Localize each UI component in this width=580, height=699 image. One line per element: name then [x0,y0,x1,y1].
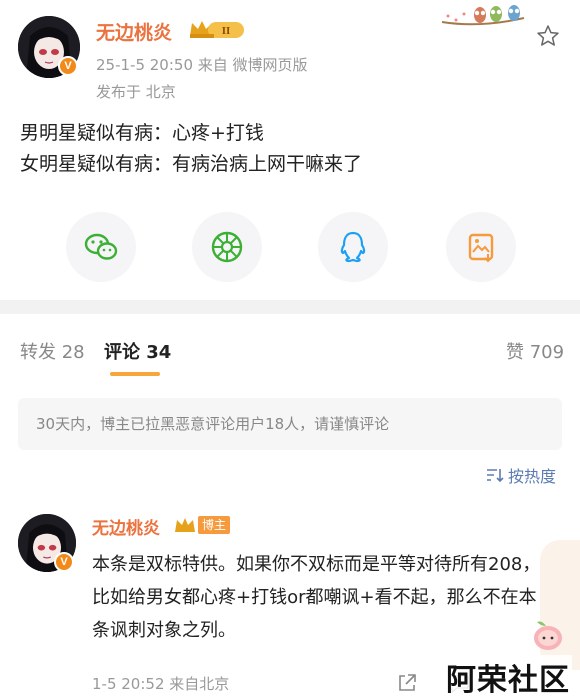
comment-author-name[interactable]: 无边桃炎 [92,514,160,539]
comment-share-icon[interactable] [396,672,418,694]
tab-repost[interactable]: 转发 28 [20,338,85,364]
save-image-icon [468,233,494,263]
comment-verified-badge-icon: V [54,552,74,572]
owls-decoration-icon [441,5,525,26]
sort-icon [487,469,504,483]
author-name[interactable]: 无边桃炎 [96,18,172,45]
verified-badge-icon: V [58,56,78,76]
post-time-source: 25-1-5 20:50 来自 微博网页版 [96,56,308,74]
blacklist-notice: 30天内，博主已拉黑恶意评论用户18人，请谨慎评论 [18,398,562,450]
wechat-icon [84,233,118,260]
share-wechat-button[interactable] [66,212,136,282]
comment-text: 本条是双标特供。如果你不双标而是平等对待所有208，比如给男女都心疼+打钱or都… [92,554,541,641]
tab-like[interactable]: 赞 709 [506,338,564,364]
level-text: II [222,25,231,37]
author-badge: 博主 [198,516,231,534]
active-tab-indicator [110,372,160,376]
post-body: 男明星疑似有病：心疼+打钱 女明星疑似有病：有病治病上网干嘛来了 [20,118,362,180]
save-image-button[interactable] [446,212,516,282]
sort-by-heat-button[interactable]: 按热度 [486,463,556,487]
favorite-star-icon[interactable] [536,24,560,48]
post-line-1: 男明星疑似有病：心疼+打钱 [20,122,264,144]
interaction-tabs: 转发 28 评论 34 赞 709 [0,318,580,380]
peach-sticker-icon [534,621,562,650]
comment-time: 1-5 20:52 来自北京 [92,675,230,693]
share-moments-button[interactable] [192,212,262,282]
sort-label: 按热度 [508,467,557,486]
share-row [0,212,580,284]
post-line-2: 女明星疑似有病：有病治病上网干嘛来了 [20,153,363,175]
qq-icon [340,231,366,263]
moments-icon [211,231,243,263]
tab-comment[interactable]: 评论 34 [104,338,171,364]
share-qq-button[interactable] [318,212,388,282]
post-location: 发布于 北京 [96,83,176,101]
watermark: 阿荣社区 [444,655,572,699]
section-divider [0,300,580,314]
level-crown-icon[interactable]: II [188,18,246,40]
comment-badges: 博主 [174,515,231,535]
comment-crown-icon [175,518,195,532]
post-header: V 无边桃炎 II 25-1-5 20:50 来自 微博网页版 发布于 北京 [0,0,580,110]
